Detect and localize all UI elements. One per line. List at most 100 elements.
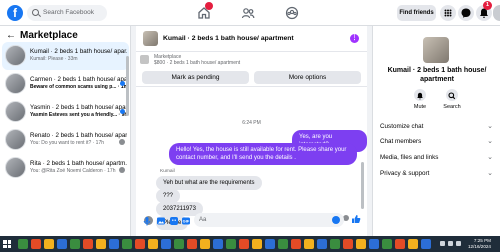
sender-name: Kumail (160, 169, 175, 174)
conversation-item[interactable]: Renato · 2 beds 1 bath house/ apar... You… (2, 126, 129, 154)
search-input[interactable]: Search Facebook (27, 5, 107, 21)
facebook-logo-icon[interactable]: f (7, 5, 23, 21)
marketplace-header: ← Marketplace (6, 30, 78, 41)
svg-text:GIF: GIF (183, 219, 190, 224)
back-arrow-icon[interactable]: ← (6, 30, 16, 41)
bell-icon (414, 89, 426, 101)
marketplace-icon (140, 55, 149, 64)
mute-button[interactable]: Mute (405, 89, 435, 110)
taskbar-app-icon[interactable] (252, 239, 262, 249)
listing-thumbnail[interactable] (143, 31, 158, 46)
listing-price-title[interactable]: $800 · 2 beds 1 bath house/ apartment (154, 60, 240, 66)
taskbar-app-icon[interactable] (96, 239, 106, 249)
taskbar-app-icon[interactable] (382, 239, 392, 249)
taskbar-app-icon[interactable] (109, 239, 119, 249)
conversation-item[interactable]: Rita · 2 beds 1 bath house/ apartm... You… (2, 154, 129, 182)
taskbar-app-icon[interactable] (330, 239, 340, 249)
message-bubble-incoming[interactable]: Yeh but what are the requirements (156, 176, 262, 190)
chat-scrollbar[interactable] (361, 162, 364, 209)
taskbar-app-icon[interactable] (421, 239, 431, 249)
emoji-icon[interactable] (332, 216, 340, 224)
taskbar-app-icon[interactable] (304, 239, 314, 249)
mute-label: Mute (413, 104, 427, 110)
more-options-button[interactable]: More options (254, 71, 361, 84)
chat-window: Kumail · 2 beds 1 bath house/ apartment … (136, 26, 367, 236)
conversation-avatar (5, 157, 26, 178)
taskbar-app-icon[interactable] (317, 239, 327, 249)
taskbar-app-icon[interactable] (135, 239, 145, 249)
search-placeholder: Search Facebook (43, 9, 94, 16)
messenger-icon[interactable] (458, 5, 474, 21)
tray-volume-icon[interactable] (448, 241, 453, 246)
gif-icon[interactable]: GIF (181, 216, 191, 226)
tray-battery-icon[interactable] (456, 241, 461, 246)
microphone-icon[interactable] (142, 216, 152, 226)
friends-icon[interactable] (241, 6, 255, 20)
taskbar-app-icon[interactable] (369, 239, 379, 249)
search-label: Search (443, 104, 461, 110)
taskbar-clock[interactable]: 7:25 PM 12/16/2024 (468, 238, 491, 250)
media-files-links-section[interactable]: Media, files and links ⌄ (380, 154, 495, 161)
unread-dot (120, 81, 125, 86)
taskbar-app-icon[interactable] (265, 239, 275, 249)
mark-as-pending-button[interactable]: Mark as pending (142, 71, 249, 84)
section-label: Media, files and links (380, 154, 439, 161)
clock-date: 12/16/2024 (468, 244, 491, 249)
conversation-list-scrollbar[interactable] (126, 56, 129, 116)
taskbar-app-icon[interactable] (226, 239, 236, 249)
thumbs-up-icon[interactable] (351, 214, 361, 224)
taskbar-app-icon[interactable] (31, 239, 41, 249)
read-receipt-avatar (119, 167, 125, 173)
taskbar-app-icon[interactable] (291, 239, 301, 249)
tray-network-icon[interactable] (440, 241, 445, 246)
conversation-avatar (5, 101, 26, 122)
conversation-avatar (5, 129, 26, 150)
chat-members-section[interactable]: Chat members ⌄ (380, 138, 495, 145)
marketplace-title: Marketplace (20, 30, 78, 41)
conversation-item[interactable]: Carmen · 2 beds 1 bath house/ apa... Bewa… (2, 70, 129, 98)
conversation-preview: Yasmin Esteves sent you a friendly... · … (30, 112, 127, 118)
menu-grid-icon[interactable] (440, 5, 456, 21)
taskbar-app-icon[interactable] (278, 239, 288, 249)
taskbar-app-icon[interactable] (174, 239, 184, 249)
message-bubble-outgoing[interactable]: Hello! Yes, the house is still available… (169, 143, 357, 165)
taskbar-app-icon[interactable] (70, 239, 80, 249)
taskbar-app-icon[interactable] (187, 239, 197, 249)
taskbar-app-icon[interactable] (148, 239, 158, 249)
conversation-item[interactable]: Yasmin · 2 beds 1 bath house/ apar... Yas… (2, 98, 129, 126)
message-bubble-incoming[interactable]: ??? (156, 189, 181, 203)
groups-icon[interactable] (285, 6, 299, 20)
windows-start-icon[interactable] (3, 240, 11, 248)
message-input[interactable]: Aa (194, 213, 344, 227)
taskbar-app-icon[interactable] (356, 239, 366, 249)
listing-image[interactable] (423, 37, 449, 63)
taskbar-app-icon[interactable] (408, 239, 418, 249)
windows-taskbar: 7:25 PM 12/16/2024 (0, 236, 500, 252)
taskbar-app-icon[interactable] (343, 239, 353, 249)
search-in-conversation-button[interactable]: Search (437, 89, 467, 110)
conversation-preview: You: Do you want to rent it? · 17h (30, 140, 105, 146)
taskbar-app-icon[interactable] (395, 239, 405, 249)
privacy-support-section[interactable]: Privacy & support ⌄ (380, 170, 495, 177)
taskbar-app-icon[interactable] (161, 239, 171, 249)
taskbar-app-icon[interactable] (18, 239, 28, 249)
taskbar-app-icon[interactable] (57, 239, 67, 249)
chat-title[interactable]: Kumail · 2 beds 1 bath house/ apartment (163, 35, 294, 42)
chat-info-icon[interactable]: ⋮ (350, 34, 359, 43)
conversation-details-panel: Kumail · 2 beds 1 bath house/ apartment … (372, 26, 500, 236)
unread-dot (120, 109, 125, 114)
profile-avatar[interactable] (493, 5, 500, 21)
taskbar-app-icon[interactable] (213, 239, 223, 249)
chevron-down-icon: ⌄ (487, 138, 493, 145)
taskbar-app-icon[interactable] (200, 239, 210, 249)
taskbar-app-icon[interactable] (239, 239, 249, 249)
conversation-item[interactable]: Kumail · 2 beds 1 bath house/ apar... Kum… (2, 42, 129, 70)
image-icon[interactable] (156, 216, 166, 226)
customize-chat-section[interactable]: Customize chat ⌄ (380, 123, 495, 130)
sticker-icon[interactable] (169, 216, 179, 226)
taskbar-app-icon[interactable] (122, 239, 132, 249)
taskbar-app-icon[interactable] (83, 239, 93, 249)
conversation-avatar (5, 45, 26, 66)
find-friends-button[interactable]: Find friends (397, 5, 436, 21)
taskbar-app-icon[interactable] (44, 239, 54, 249)
